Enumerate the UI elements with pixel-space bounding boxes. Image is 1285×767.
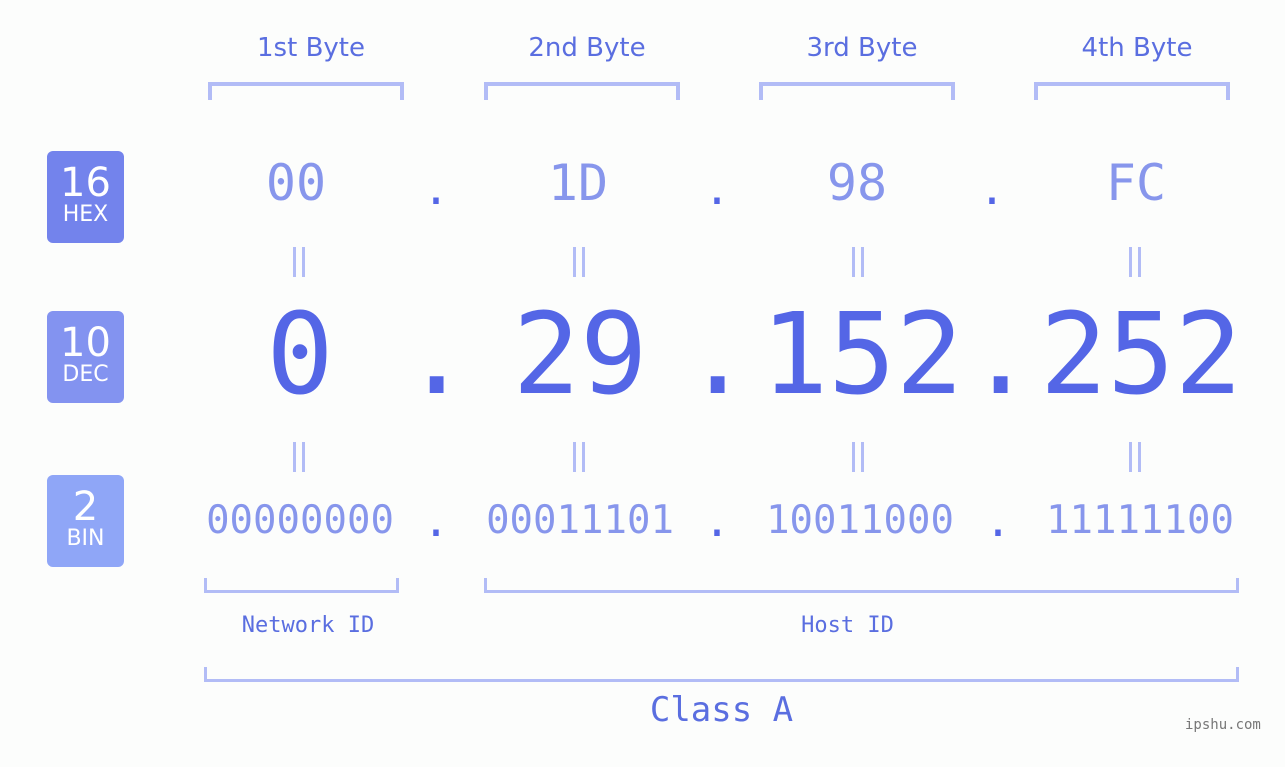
byte-bracket-3	[759, 82, 955, 100]
equals-icon	[850, 442, 866, 472]
bin-value-3: 10011000	[766, 498, 954, 543]
hex-base: 16	[60, 160, 111, 206]
class-bracket	[204, 667, 1239, 682]
hex-separator: .	[422, 164, 450, 215]
dec-separator: .	[403, 290, 471, 420]
network-id-bracket	[204, 578, 399, 593]
bin-badge: 2 BIN	[47, 475, 124, 567]
bin-value-4: 11111100	[1046, 498, 1234, 543]
host-id-label: Host ID	[801, 613, 894, 638]
byte-bracket-4	[1034, 82, 1230, 100]
equals-icon	[850, 247, 866, 277]
host-id-bracket	[484, 578, 1239, 593]
hex-value-1: 00	[265, 154, 327, 212]
bin-value-2: 00011101	[486, 498, 674, 543]
byte-bracket-2	[484, 82, 680, 100]
bin-value-1: 00000000	[206, 498, 394, 543]
equals-icon	[291, 247, 307, 277]
bin-separator: .	[703, 496, 731, 547]
byte-label-4: 4th Byte	[1081, 33, 1193, 63]
network-id-label: Network ID	[241, 613, 375, 638]
byte-label-2: 2nd Byte	[528, 33, 646, 63]
hex-separator: .	[703, 164, 731, 215]
hex-separator: .	[978, 164, 1006, 215]
equals-icon	[291, 442, 307, 472]
bin-separator: .	[422, 496, 450, 547]
dec-badge: 10 DEC	[47, 311, 124, 403]
equals-icon	[1127, 442, 1143, 472]
byte-bracket-1	[208, 82, 404, 100]
ip-class-label: Class A	[649, 690, 794, 730]
bin-separator: .	[984, 496, 1012, 547]
dec-value-3: 152	[760, 290, 964, 420]
hex-value-3: 98	[826, 154, 888, 212]
equals-icon	[571, 247, 587, 277]
hex-value-4: FC	[1105, 154, 1167, 212]
equals-icon	[1127, 247, 1143, 277]
byte-label-1: 1st Byte	[257, 33, 365, 63]
dec-value-2: 29	[512, 290, 648, 420]
bin-name: BIN	[66, 526, 105, 551]
dec-value-4: 252	[1039, 290, 1243, 420]
equals-icon	[571, 442, 587, 472]
dec-separator: .	[967, 290, 1035, 420]
dec-separator: .	[684, 290, 752, 420]
watermark: ipshu.com	[1185, 717, 1261, 733]
byte-label-3: 3rd Byte	[806, 33, 918, 63]
hex-value-2: 1D	[547, 154, 609, 212]
hex-badge: 16 HEX	[47, 151, 124, 243]
dec-value-1: 0	[266, 290, 334, 420]
bin-base: 2	[72, 484, 99, 530]
dec-base: 10	[60, 320, 111, 366]
dec-name: DEC	[62, 362, 109, 387]
hex-name: HEX	[62, 202, 109, 227]
